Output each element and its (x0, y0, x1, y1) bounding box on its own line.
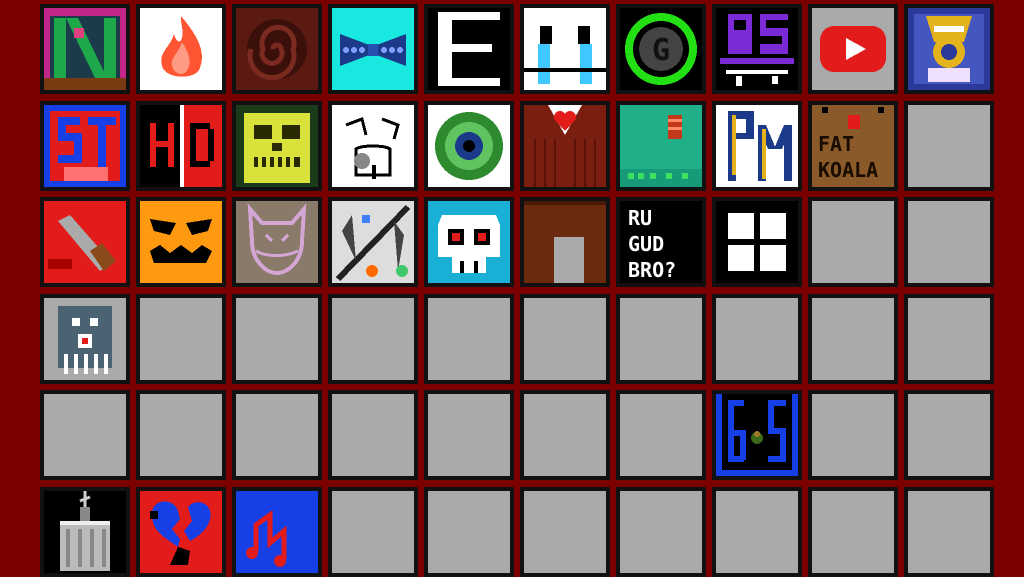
red-st-icon (44, 105, 126, 187)
flame-icon (140, 8, 222, 90)
empty-slot[interactable] (424, 487, 514, 577)
hd-icon (140, 105, 222, 187)
grid-item-green-g[interactable]: G (616, 4, 706, 94)
empty-slot[interactable] (904, 487, 994, 577)
green-g-icon: G (620, 8, 702, 90)
window-icon (716, 201, 798, 283)
pm-letters-icon (716, 105, 798, 187)
grid-item-broken-heart[interactable] (136, 487, 226, 577)
grid-item-glitch-n[interactable] (40, 4, 130, 94)
grid-item-hd[interactable] (136, 101, 226, 191)
diagonal-art-icon (332, 201, 414, 283)
grid-item-pumpkin-face[interactable] (136, 197, 226, 287)
empty-slot[interactable] (616, 487, 706, 577)
empty-slot[interactable] (232, 294, 322, 384)
bowtie-icon (332, 8, 414, 90)
grid-item-gold-crest[interactable] (904, 4, 994, 94)
empty-slot[interactable] (904, 294, 994, 384)
empty-slot[interactable] (808, 390, 898, 480)
door-icon (524, 201, 606, 283)
empty-slot[interactable] (232, 390, 322, 480)
empty-slot[interactable] (40, 390, 130, 480)
sketch-face-icon (332, 105, 414, 187)
grid-item-bowtie[interactable] (328, 4, 418, 94)
icon-text: RU (628, 206, 652, 230)
grid-item-play-button[interactable] (808, 4, 898, 94)
empty-slot[interactable] (904, 390, 994, 480)
grid-item-pm-letters[interactable] (712, 101, 802, 191)
grid-item-ghost[interactable] (40, 294, 130, 384)
grid-item-diagonal-art[interactable] (328, 197, 418, 287)
empty-slot[interactable] (712, 294, 802, 384)
empty-slot[interactable] (424, 390, 514, 480)
vest-heart-icon (524, 105, 606, 187)
icon-grid: G FAT KOALA RU GUD BRO? (0, 0, 1024, 577)
grid-item-white-skull[interactable] (424, 197, 514, 287)
icon-text: GUD (628, 232, 664, 256)
empty-slot[interactable] (808, 487, 898, 577)
empty-slot[interactable] (616, 294, 706, 384)
broken-heart-icon (140, 491, 222, 573)
icon-text: G (652, 33, 670, 68)
grid-item-sketch-face[interactable] (328, 101, 418, 191)
empty-slot[interactable] (136, 390, 226, 480)
grid-item-ru-gud-bro[interactable]: RU GUD BRO? (616, 197, 706, 287)
empty-slot[interactable] (616, 390, 706, 480)
icon-text: FAT (818, 132, 854, 156)
empty-slot[interactable] (904, 101, 994, 191)
grid-item-crying-face[interactable] (520, 4, 610, 94)
grid-item-music-note[interactable] (232, 487, 322, 577)
letter-e-icon (428, 8, 510, 90)
ghost-icon (44, 298, 126, 380)
grid-item-yellow-skull[interactable] (232, 101, 322, 191)
grid-item-flame[interactable] (136, 4, 226, 94)
bloody-knife-icon (44, 201, 126, 283)
empty-slot[interactable] (712, 487, 802, 577)
grid-item-teal-can[interactable] (616, 101, 706, 191)
empty-slot[interactable] (328, 390, 418, 480)
grid-item-vest-heart[interactable] (520, 101, 610, 191)
empty-slot[interactable] (328, 487, 418, 577)
grid-item-red-st[interactable] (40, 101, 130, 191)
empty-slot[interactable] (904, 197, 994, 287)
grid-item-letter-e[interactable] (424, 4, 514, 94)
gold-crest-icon (908, 8, 990, 90)
empty-slot[interactable] (808, 197, 898, 287)
icon-text: KOALA (818, 158, 878, 182)
green-eye-icon (428, 105, 510, 187)
glitch-n-icon (44, 8, 126, 90)
grid-item-green-eye[interactable] (424, 101, 514, 191)
grid-item-door[interactable] (520, 197, 610, 287)
fat-koala-icon: FATKOALA (812, 105, 894, 187)
music-note-icon (236, 491, 318, 573)
empty-slot[interactable] (520, 294, 610, 384)
empty-slot[interactable] (424, 294, 514, 384)
cat-outline-icon (236, 201, 318, 283)
hanging-jar-icon (44, 491, 126, 573)
grid-item-purple-ps[interactable] (712, 4, 802, 94)
empty-slot[interactable] (808, 294, 898, 384)
spiral-icon (236, 8, 318, 90)
purple-ps-icon (716, 8, 798, 90)
teal-can-icon (620, 105, 702, 187)
empty-slot[interactable] (136, 294, 226, 384)
empty-slot[interactable] (520, 390, 610, 480)
white-skull-icon (428, 201, 510, 283)
grid-item-cat-outline[interactable] (232, 197, 322, 287)
crying-face-icon (524, 8, 606, 90)
empty-slot[interactable] (520, 487, 610, 577)
grid-item-hanging-jar[interactable] (40, 487, 130, 577)
grid-item-six-five-bug[interactable] (712, 390, 802, 480)
grid-item-fat-koala[interactable]: FAT KOALA (808, 101, 898, 191)
pumpkin-face-icon (140, 201, 222, 283)
icon-text: BRO? (628, 258, 676, 282)
grid-item-window[interactable] (712, 197, 802, 287)
six-five-bug-icon (716, 394, 798, 476)
grid-item-spiral[interactable] (232, 4, 322, 94)
play-button-icon (812, 8, 894, 90)
yellow-skull-icon (236, 105, 318, 187)
ru-gud-bro-icon: RUGUDBRO? (620, 201, 702, 283)
empty-slot[interactable] (328, 294, 418, 384)
grid-item-bloody-knife[interactable] (40, 197, 130, 287)
